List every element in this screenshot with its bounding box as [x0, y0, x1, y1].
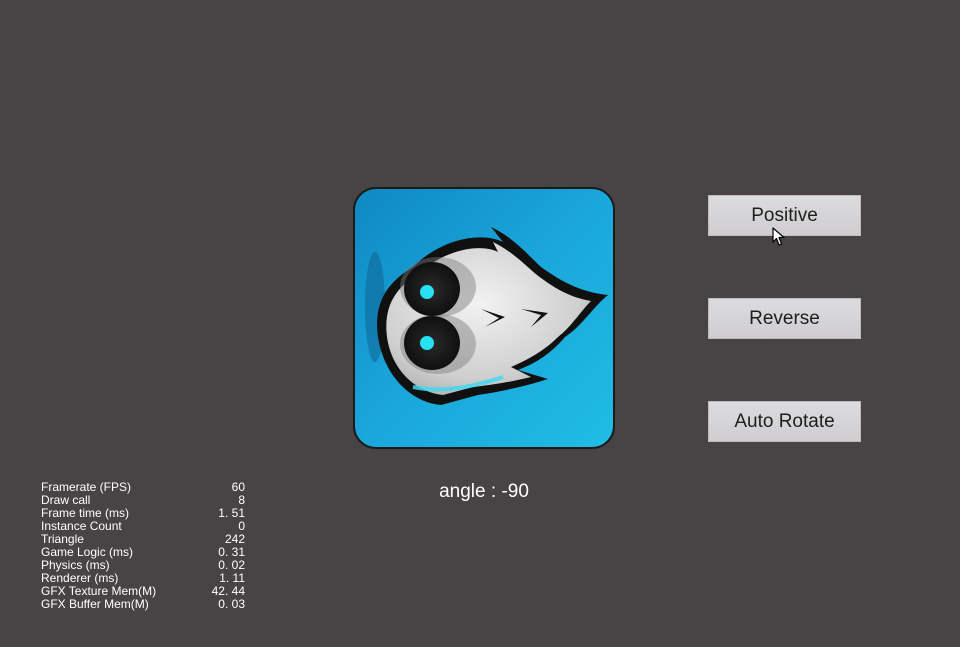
stat-label: GFX Buffer Mem(M) — [41, 597, 149, 611]
profiler-stats-panel: Framerate (FPS) 60 Draw call 8 Frame time … — [41, 481, 245, 611]
auto-rotate-button[interactable]: Auto Rotate — [708, 401, 861, 442]
angle-label: angle : -90 — [439, 481, 529, 502]
mouse-pointer-icon — [772, 227, 786, 252]
cocos-creator-logo-icon — [353, 187, 615, 449]
cocos-logo-sprite — [353, 187, 615, 449]
reverse-button[interactable]: Reverse — [708, 298, 861, 339]
game-canvas[interactable]: Positive Reverse Auto Rotate angle : -90… — [0, 0, 960, 647]
stat-value: 0. 03 — [218, 597, 245, 611]
stat-row: GFX Buffer Mem(M) 0. 03 — [41, 598, 245, 611]
